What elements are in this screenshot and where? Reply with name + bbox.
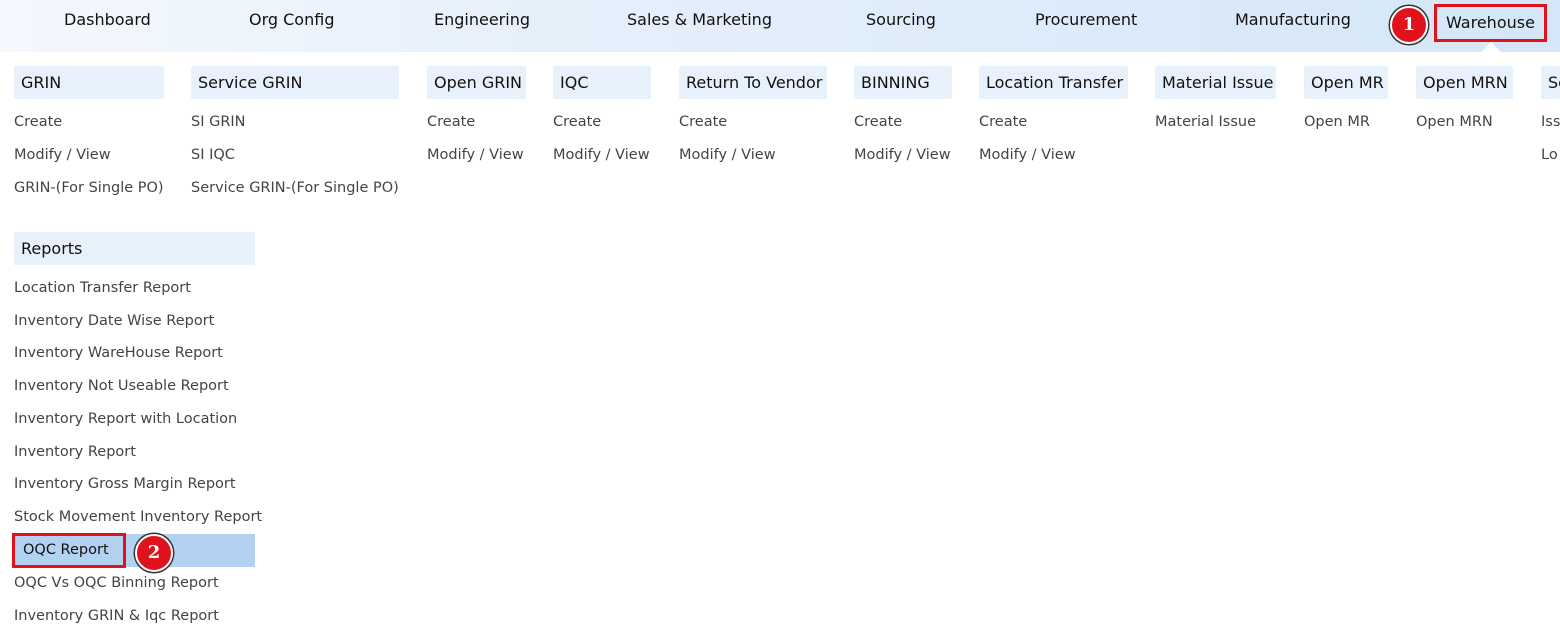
location-transfer-modify-view-link[interactable]: Modify / View	[979, 147, 1076, 163]
dropdown-caret	[1481, 42, 1501, 52]
iqc-modify-view-link[interactable]: Modify / View	[553, 147, 650, 163]
section-open-grin: Open GRIN	[427, 66, 526, 99]
nav-sourcing[interactable]: Sourcing	[866, 0, 936, 40]
nav-dashboard[interactable]: Dashboard	[64, 0, 151, 40]
report-oqc-vs-binning[interactable]: OQC Vs OQC Binning Report	[14, 575, 219, 591]
section-return-to-vendor: Return To Vendor	[679, 66, 827, 99]
section-reports: Reports	[14, 232, 255, 265]
nav-sales-marketing[interactable]: Sales & Marketing	[627, 0, 772, 40]
partial-link-1[interactable]: Iss	[1541, 114, 1560, 130]
section-material-issue: Material Issue	[1155, 66, 1276, 99]
section-open-mrn: Open MRN	[1416, 66, 1513, 99]
binning-modify-view-link[interactable]: Modify / View	[854, 147, 951, 163]
iqc-create-link[interactable]: Create	[553, 114, 601, 130]
rtv-modify-view-link[interactable]: Modify / View	[679, 147, 776, 163]
section-open-mr: Open MR	[1304, 66, 1388, 99]
step-badge-1: 1	[1390, 6, 1428, 44]
nav-procurement[interactable]: Procurement	[1035, 0, 1137, 40]
rtv-create-link[interactable]: Create	[679, 114, 727, 130]
binning-create-link[interactable]: Create	[854, 114, 902, 130]
report-location-transfer[interactable]: Location Transfer Report	[14, 280, 191, 296]
nav-engineering[interactable]: Engineering	[434, 0, 530, 40]
location-transfer-create-link[interactable]: Create	[979, 114, 1027, 130]
section-location-transfer: Location Transfer	[979, 66, 1128, 99]
oqc-highlight-box	[12, 533, 126, 568]
section-iqc: IQC	[553, 66, 651, 99]
report-inventory-gross-margin[interactable]: Inventory Gross Margin Report	[14, 476, 236, 492]
report-stock-movement[interactable]: Stock Movement Inventory Report	[14, 509, 262, 525]
report-inventory-warehouse[interactable]: Inventory WareHouse Report	[14, 345, 223, 361]
top-navigation: Dashboard Org Config Engineering Sales &…	[0, 0, 1560, 52]
open-grin-modify-view-link[interactable]: Modify / View	[427, 147, 524, 163]
si-iqc-link[interactable]: SI IQC	[191, 147, 235, 163]
nav-manufacturing[interactable]: Manufacturing	[1235, 0, 1351, 40]
report-inventory-not-useable[interactable]: Inventory Not Useable Report	[14, 378, 229, 394]
section-grin: GRIN	[14, 66, 164, 99]
report-inventory-with-location[interactable]: Inventory Report with Location	[14, 411, 237, 427]
section-partial: Se	[1541, 66, 1560, 99]
report-inventory[interactable]: Inventory Report	[14, 444, 136, 460]
step-badge-2: 2	[135, 534, 173, 572]
open-mrn-link[interactable]: Open MRN	[1416, 114, 1493, 130]
open-grin-create-link[interactable]: Create	[427, 114, 475, 130]
nav-org-config[interactable]: Org Config	[249, 0, 334, 40]
nav-warehouse[interactable]: Warehouse	[1434, 4, 1547, 42]
report-inventory-grin-iqc[interactable]: Inventory GRIN & Iqc Report	[14, 608, 219, 624]
grin-single-po-link[interactable]: GRIN-(For Single PO)	[14, 180, 164, 196]
section-binning: BINNING	[854, 66, 952, 99]
material-issue-link[interactable]: Material Issue	[1155, 114, 1256, 130]
partial-link-2[interactable]: Lo	[1541, 147, 1560, 163]
section-service-grin: Service GRIN	[191, 66, 399, 99]
report-inventory-date-wise[interactable]: Inventory Date Wise Report	[14, 313, 214, 329]
open-mr-link[interactable]: Open MR	[1304, 114, 1370, 130]
service-grin-single-po-link[interactable]: Service GRIN-(For Single PO)	[191, 180, 399, 196]
grin-modify-view-link[interactable]: Modify / View	[14, 147, 111, 163]
grin-create-link[interactable]: Create	[14, 114, 62, 130]
si-grin-link[interactable]: SI GRIN	[191, 114, 246, 130]
